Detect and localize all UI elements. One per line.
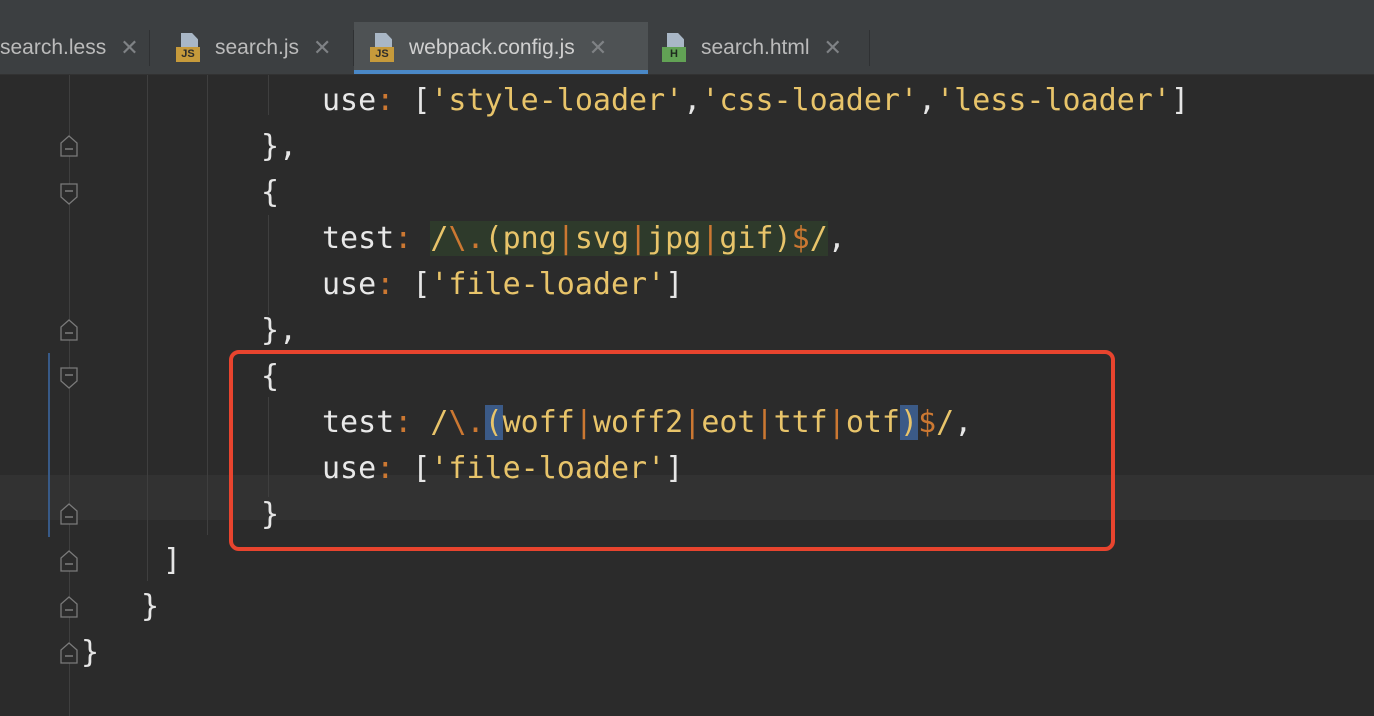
tab-search-js[interactable]: JS search.js ✕ — [150, 22, 354, 74]
tab-separator — [869, 30, 870, 66]
close-icon[interactable]: ✕ — [120, 36, 138, 61]
tab-label: search.less — [0, 36, 107, 59]
fold-end-icon[interactable] — [60, 596, 78, 618]
code-line[interactable]: { — [261, 170, 279, 216]
indent-guide — [268, 215, 269, 315]
code-line[interactable]: }, — [261, 124, 297, 170]
close-icon[interactable]: ✕ — [313, 36, 331, 61]
js-file-icon: JS — [370, 33, 400, 63]
annotation-highlight-box — [229, 350, 1115, 551]
tab-label: search.js — [215, 36, 300, 59]
indent-guide — [268, 75, 269, 115]
fold-end-icon[interactable] — [60, 135, 78, 157]
code-line[interactable]: }, — [261, 308, 297, 354]
indent-guide — [147, 75, 148, 581]
tab-label: webpack.config.js — [409, 36, 575, 59]
editor-tab-bar: search.less ✕ JS search.js ✕ JS webpack.… — [0, 0, 1374, 75]
close-icon[interactable]: ✕ — [824, 36, 842, 61]
tab-search-less[interactable]: search.less ✕ — [0, 22, 150, 74]
fold-start-icon[interactable] — [60, 183, 78, 205]
tab-label: search.html — [701, 36, 810, 59]
fold-end-icon[interactable] — [60, 503, 78, 525]
indent-guide — [69, 75, 70, 716]
code-line[interactable]: use: ['file-loader'] — [322, 262, 683, 308]
js-file-icon: JS — [176, 33, 206, 63]
code-line[interactable]: use: ['style-loader','css-loader','less-… — [322, 78, 1189, 124]
code-line[interactable]: test: /\.(png|svg|jpg|gif)$/, — [322, 216, 846, 262]
tab-search-html[interactable]: H search.html ✕ — [648, 22, 870, 74]
fold-end-icon[interactable] — [60, 642, 78, 664]
tab-bar-top-strip — [0, 0, 1374, 20]
fold-end-icon[interactable] — [60, 319, 78, 341]
code-line[interactable]: } — [141, 584, 159, 630]
indent-guide — [207, 75, 208, 535]
fold-end-icon[interactable] — [60, 550, 78, 572]
close-icon[interactable]: ✕ — [589, 36, 607, 61]
code-line[interactable]: ] — [163, 538, 181, 584]
vcs-change-marker[interactable] — [48, 353, 50, 537]
tab-webpack-config-js[interactable]: JS webpack.config.js ✕ — [354, 22, 648, 74]
code-line[interactable]: } — [81, 630, 99, 676]
fold-start-icon[interactable] — [60, 367, 78, 389]
html-file-icon: H — [662, 33, 692, 63]
